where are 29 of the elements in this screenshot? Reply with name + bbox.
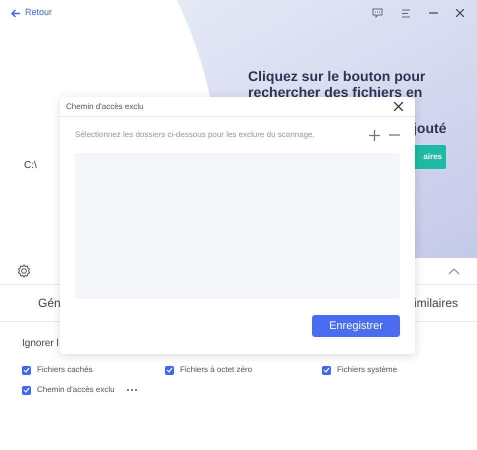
tab[interactable]: Gén [38,294,61,312]
settings-icon[interactable] [17,264,31,278]
checkbox-label: Fichiers cachés [37,364,93,376]
menu-icon[interactable] [401,8,411,18]
back-link[interactable]: Retour [11,6,52,20]
section-label: Ignorer l [22,337,60,351]
plus-icon[interactable] [369,130,380,140]
minimize-icon[interactable] [429,12,438,14]
close-icon[interactable] [394,102,403,111]
checkbox[interactable] [22,386,31,394]
close-icon[interactable] [456,9,464,17]
dialog-description: Sélectionnez les dossiers ci-dessous pour les exclure du scannage. [75,129,315,141]
minus-icon[interactable] [389,134,400,136]
drive-label: C:\ [24,159,37,173]
tab[interactable]: imilaires [414,294,458,312]
feedback-icon[interactable] [372,8,383,18]
checkbox-label: Chemin d'accès exclu [37,384,115,396]
checkbox[interactable] [322,366,331,374]
checkbox[interactable] [165,366,174,374]
checkbox-label: Fichiers système [337,364,398,376]
save-button[interactable]: Enregistrer [312,315,400,337]
heading-text: Cliquez sur le bouton pour [248,68,426,84]
arrow-left-icon [11,8,21,18]
chevron-up-icon[interactable] [448,268,460,274]
heading-text: rechercher des fichiers en [248,84,424,100]
dialog-title: Chemin d'accès exclu [66,100,144,112]
checkbox-label: Fichiers à octet zéro [180,364,252,376]
action-button[interactable]: aires [415,145,446,169]
checkbox[interactable] [22,366,31,374]
